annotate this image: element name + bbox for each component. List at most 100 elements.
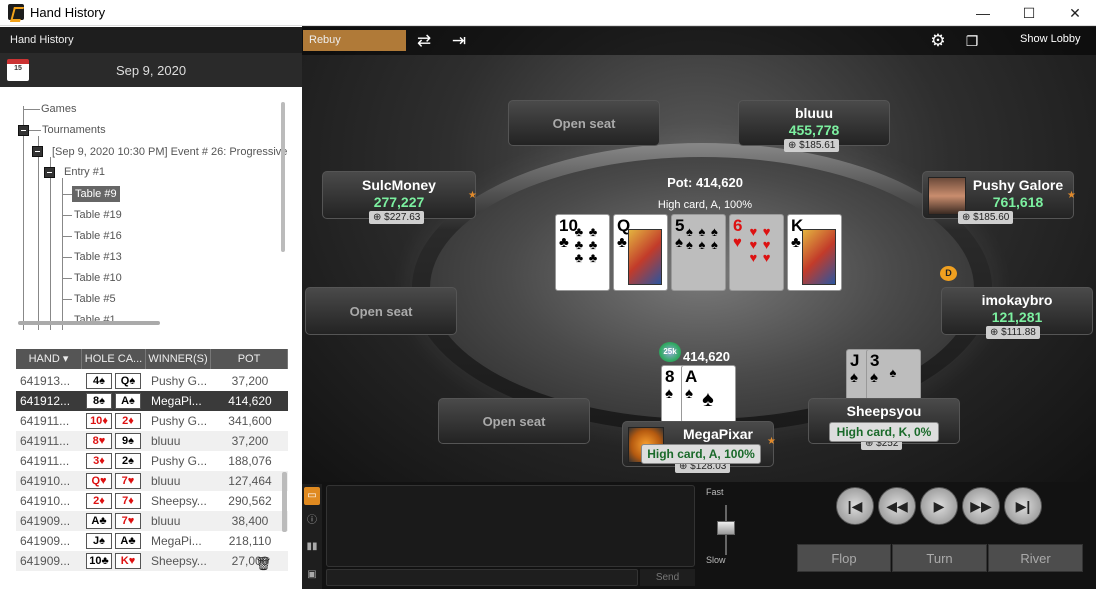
- tree-node-table[interactable]: Table #13: [74, 251, 122, 263]
- history-tree: Games Tournaments [Sep 9, 2020 10:30 PM]…: [8, 90, 294, 330]
- mini-card: 4♠: [86, 373, 112, 389]
- title-bar: [0, 0, 1096, 26]
- refresh-icon[interactable]: ⇄: [412, 30, 436, 52]
- rebuy-button[interactable]: Rebuy: [303, 30, 406, 51]
- table-row[interactable]: 641909... J♠ A♣ MegaPi... 218,110: [16, 531, 288, 551]
- winner-name: MegaPi...: [151, 394, 202, 408]
- winner-name: Pushy G...: [151, 414, 208, 428]
- winner-name: bluuu: [151, 514, 181, 528]
- play-icon[interactable]: ▶: [920, 487, 958, 525]
- hand-id: 641912...: [20, 394, 71, 408]
- collapse-icon[interactable]: [32, 146, 43, 157]
- star-icon: ★: [1067, 190, 1076, 201]
- flop-button[interactable]: Flop: [797, 544, 891, 572]
- skip-to-start-icon[interactable]: |◀: [836, 487, 874, 525]
- tree-node-event[interactable]: [Sep 9, 2020 10:30 PM] Event # 26: Progr…: [52, 146, 287, 158]
- table-row[interactable]: 641910... Q♥ 7♥ bluuu 127,464: [16, 471, 288, 491]
- table-row[interactable]: 641911... 3♦ 2♠ Pushy G... 188,076: [16, 451, 288, 471]
- skip-to-end-icon[interactable]: ▶|: [1004, 487, 1042, 525]
- column-header-winners[interactable]: WINNER(S): [146, 349, 211, 369]
- table-row[interactable]: 641913... 4♠ Q♠ Pushy G... 37,200: [16, 371, 288, 391]
- table-row[interactable]: 641910... 2♦ 7♦ Sheepsy... 290,562: [16, 491, 288, 511]
- pot-value: 188,076: [228, 454, 272, 468]
- river-button[interactable]: River: [988, 544, 1083, 572]
- hands-table: HAND ▾ HOLE CA... WINNER(S) POT 641913..…: [16, 349, 288, 577]
- bounty-badge: ⊕ $185.60: [958, 211, 1014, 224]
- collapse-icon[interactable]: [18, 125, 29, 136]
- hand-id: 641911...: [20, 434, 70, 448]
- chat-input[interactable]: [326, 569, 638, 586]
- table-row[interactable]: 641911... 8♥ 9♠ bluuu 37,200: [16, 431, 288, 451]
- tree-node-entry[interactable]: Entry #1: [64, 166, 105, 178]
- fast-forward-icon[interactable]: ▶▶: [962, 487, 1000, 525]
- stats-tab-icon[interactable]: ▮▮: [304, 538, 320, 556]
- column-header-hole-cards[interactable]: HOLE CA...: [82, 349, 146, 369]
- tree-node-table[interactable]: Table #16: [74, 230, 122, 242]
- close-button[interactable]: ✕: [1052, 0, 1096, 26]
- exit-table-icon[interactable]: ⇥: [447, 30, 471, 52]
- table-row[interactable]: 641912... 8♠ A♠ MegaPi... 414,620: [16, 391, 288, 411]
- tree-node-table-selected[interactable]: Table #9: [72, 186, 120, 202]
- column-header-hand[interactable]: HAND ▾: [16, 349, 82, 369]
- table-row[interactable]: 641909... 10♣ K♥ Sheepsy... 27,000: [16, 551, 288, 571]
- winner-name: bluuu: [151, 474, 181, 488]
- board-card: K ♣: [787, 214, 842, 291]
- minimize-button[interactable]: —: [960, 0, 1006, 26]
- open-seat-button[interactable]: Open seat: [438, 398, 590, 444]
- send-button[interactable]: Send: [640, 569, 695, 586]
- tree-node-table[interactable]: Table #10: [74, 272, 122, 284]
- hand-id: 641913...: [20, 374, 71, 388]
- best-hand-label: High card, A, 100%: [657, 199, 753, 211]
- tree-node-table[interactable]: Table #19: [74, 209, 122, 221]
- speed-slider[interactable]: [717, 521, 735, 535]
- mini-card: 10♦: [86, 413, 112, 429]
- hand-id: 641909...: [20, 534, 71, 548]
- hand-id: 641911...: [20, 414, 70, 428]
- trash-icon[interactable]: 🗑: [255, 556, 272, 572]
- winner-name: Pushy G...: [151, 454, 208, 468]
- column-header-pot[interactable]: POT: [211, 349, 288, 369]
- gear-icon[interactable]: ⚙: [926, 30, 950, 52]
- table-row[interactable]: 641909... A♣ 7♥ bluuu 38,400: [16, 511, 288, 531]
- tree-horizontal-scrollbar[interactable]: [18, 321, 160, 325]
- mini-card: 7♦: [115, 493, 141, 509]
- tree-node-table[interactable]: Table #5: [74, 293, 116, 305]
- chat-tab-icon[interactable]: ▭: [304, 487, 320, 505]
- pot-value: 38,400: [231, 514, 269, 528]
- winner-name: bluuu: [151, 434, 181, 448]
- open-seat-button[interactable]: Open seat: [508, 100, 660, 146]
- open-seat-button[interactable]: Open seat: [305, 287, 457, 335]
- mini-card: 2♠: [115, 453, 141, 469]
- notes-tab-icon[interactable]: ▣: [304, 566, 320, 584]
- tree-node-games[interactable]: Games: [41, 103, 76, 115]
- table-row[interactable]: 641911... 10♦ 2♦ Pushy G... 341,600: [16, 411, 288, 431]
- star-icon: ★: [468, 190, 477, 201]
- tree-node-tournaments[interactable]: Tournaments: [42, 124, 106, 136]
- selected-date: Sep 9, 2020: [115, 63, 187, 78]
- hand-result-badge: High card, A, 100%: [641, 444, 761, 464]
- hand-id: 641909...: [20, 554, 71, 568]
- mini-card: A♠: [115, 393, 141, 409]
- mini-card: K♥: [115, 553, 141, 569]
- pot-value: 341,600: [228, 414, 272, 428]
- card-pips: ♣ ♣ ♣ ♣ ♣ ♣: [574, 224, 599, 265]
- hands-scrollbar[interactable]: [282, 472, 287, 532]
- info-tab-icon[interactable]: ⓘ: [304, 512, 320, 530]
- turn-button[interactable]: Turn: [892, 544, 987, 572]
- pot-amount: Pot: 414,620: [667, 175, 743, 190]
- mini-card: 8♥: [86, 433, 112, 449]
- rewind-icon[interactable]: ◀◀: [878, 487, 916, 525]
- mini-card: 8♠: [86, 393, 112, 409]
- window-layout-icon[interactable]: ❐: [960, 30, 984, 52]
- mini-card: 2♦: [115, 413, 141, 429]
- pot-value: 127,464: [228, 474, 272, 488]
- player-stack: 277,227: [373, 194, 425, 210]
- tree-vertical-scrollbar[interactable]: [281, 102, 285, 252]
- card-pips: ♠ ♠ ♠ ♠ ♠ ♠: [686, 224, 719, 252]
- collapse-icon[interactable]: [44, 167, 55, 178]
- show-lobby-button[interactable]: Show Lobby: [1020, 33, 1081, 45]
- card-pips: ♥ ♥ ♥ ♥ ♥ ♥: [749, 224, 772, 265]
- player-stack: 455,778: [788, 122, 840, 138]
- bounty-badge: ⊕ $111.88: [986, 326, 1040, 339]
- maximize-button[interactable]: ☐: [1006, 0, 1052, 26]
